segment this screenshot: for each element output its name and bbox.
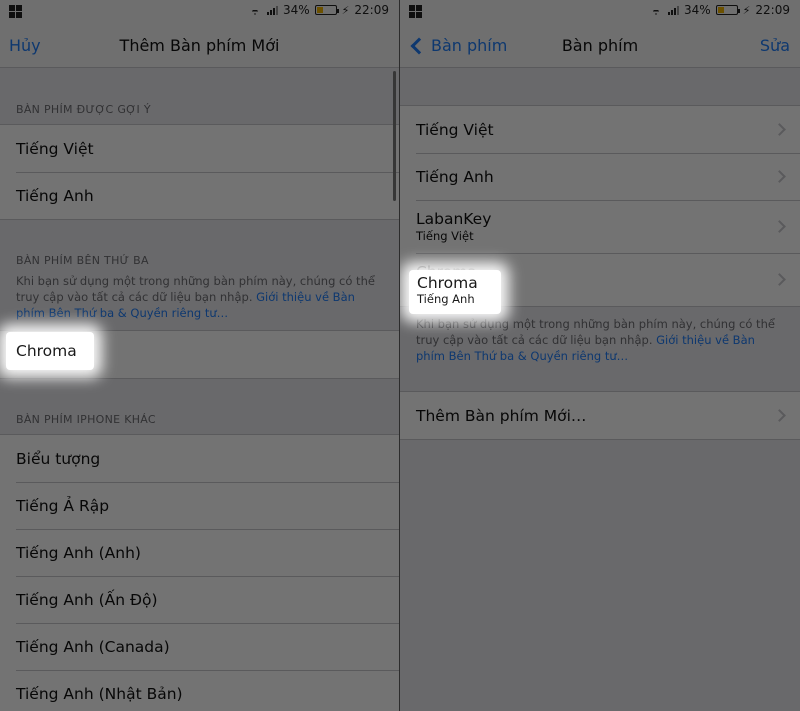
back-button[interactable]: Bàn phím (409, 36, 507, 55)
chevron-right-icon (773, 169, 786, 183)
status-bar: 34% ⚡ 22:09 (0, 0, 399, 24)
cancel-button[interactable]: Hủy (9, 36, 41, 55)
section-header-suggested: BÀN PHÍM ĐƯỢC GỢI Ý (16, 103, 151, 116)
chevron-right-icon (773, 408, 786, 422)
add-new-keyboard-button[interactable]: Thêm Bàn phím Mới… (400, 392, 800, 439)
list-item[interactable]: LabanKey Tiếng Việt (400, 200, 800, 253)
edit-button[interactable]: Sửa (760, 36, 790, 55)
keyboard-language: Tiếng Việt (416, 229, 474, 243)
list-item[interactable]: Tiếng Việt (400, 106, 800, 153)
signal-icon (267, 5, 278, 15)
highlight-chroma-item[interactable]: Chroma (6, 332, 94, 370)
keyboard-title: LabanKey (416, 210, 492, 228)
highlight-chroma-language: Tiếng Anh (417, 292, 475, 306)
page-title: Thêm Bàn phím Mới (119, 36, 280, 55)
charging-icon: ⚡ (341, 3, 350, 17)
highlight-chroma-label: Chroma (16, 342, 77, 360)
add-new-keyboard-label: Thêm Bàn phím Mới… (416, 406, 587, 425)
keyboard-title: Tiếng Việt (416, 120, 494, 139)
battery-icon (314, 5, 339, 15)
highlight-chroma-title: Chroma (417, 274, 478, 292)
battery-icon (715, 5, 740, 15)
add-keyboard-screen: 34% ⚡ 22:09 Hủy Thêm Bàn phím Mới BÀN PH… (0, 0, 400, 711)
battery-percent: 34% (283, 3, 310, 17)
chevron-right-icon (773, 272, 786, 286)
back-button-label: Bàn phím (431, 36, 508, 55)
signal-icon (668, 5, 679, 15)
list-item[interactable]: Tiếng Anh (0, 172, 399, 219)
wifi-icon (248, 5, 262, 15)
wifi-icon (649, 5, 663, 15)
suggested-group: Tiếng Việt Tiếng Anh (0, 124, 399, 220)
list-item[interactable]: Tiếng Ả Rập (0, 482, 399, 529)
keyboard-title: Tiếng Anh (416, 167, 494, 186)
scrollbar[interactable] (393, 71, 396, 201)
add-group: Thêm Bàn phím Mới… (400, 391, 800, 440)
battery-percent: 34% (684, 3, 711, 17)
list-item[interactable]: Tiếng Anh (Anh) (0, 529, 399, 576)
third-party-note: Khi bạn sử dụng một trong những bàn phím… (400, 316, 800, 364)
list-item[interactable]: Tiếng Anh (Nhật Bản) (0, 670, 399, 711)
status-bar: 34% ⚡ 22:09 (400, 0, 800, 24)
chevron-right-icon (773, 122, 786, 136)
keyboards-list[interactable]: Tiếng Việt Tiếng Anh LabanKey Tiếng Việt… (400, 68, 800, 711)
list-item[interactable]: Tiếng Anh (Ấn Độ) (0, 576, 399, 623)
keyboards-screen: 34% ⚡ 22:09 Bàn phím Bàn phím Sửa Tiếng … (400, 0, 800, 711)
nav-bar: Bàn phím Bàn phím Sửa (400, 24, 800, 68)
list-item[interactable]: Tiếng Anh (Canada) (0, 623, 399, 670)
third-party-note: Khi bạn sử dụng một trong những bàn phím… (0, 273, 399, 321)
section-header-third-party: BÀN PHÍM BÊN THỨ BA (16, 254, 149, 267)
section-header-other: BÀN PHÍM IPHONE KHÁC (16, 413, 156, 426)
windows-logo-icon (9, 5, 22, 18)
list-item[interactable]: Biểu tượng (0, 435, 399, 482)
windows-logo-icon (409, 5, 422, 18)
highlight-chroma-keyboard[interactable]: Chroma Tiếng Anh (409, 270, 501, 314)
list-item[interactable]: Tiếng Việt (0, 125, 399, 172)
charging-icon: ⚡ (742, 3, 751, 17)
page-title: Bàn phím (561, 36, 639, 55)
chevron-left-icon (410, 37, 428, 54)
chevron-right-icon (773, 219, 786, 233)
list-item[interactable]: Tiếng Anh (400, 153, 800, 200)
add-keyboard-list[interactable]: BÀN PHÍM ĐƯỢC GỢI Ý Tiếng Việt Tiếng Anh… (0, 68, 399, 711)
status-time: 22:09 (354, 3, 389, 17)
status-time: 22:09 (755, 3, 790, 17)
screenshot-stage: 34% ⚡ 22:09 Hủy Thêm Bàn phím Mới BÀN PH… (0, 0, 800, 711)
nav-bar: Hủy Thêm Bàn phím Mới (0, 24, 399, 68)
other-group: Biểu tượng Tiếng Ả Rập Tiếng Anh (Anh) T… (0, 434, 399, 711)
